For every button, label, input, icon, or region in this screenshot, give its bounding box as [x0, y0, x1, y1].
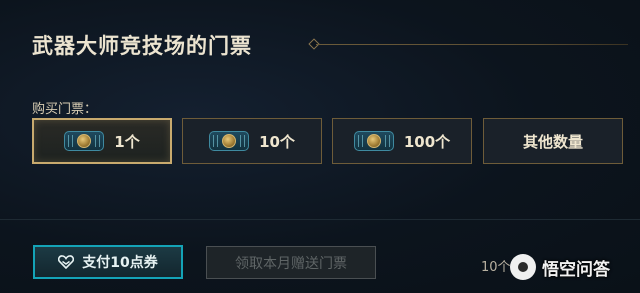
ticket-icon: [209, 131, 250, 151]
quantity-option-1[interactable]: 1个: [32, 118, 172, 164]
watermark-logo-icon: [510, 254, 536, 280]
watermark: 悟空问答: [510, 254, 610, 280]
claim-free-ticket-button[interactable]: 领取本月赠送门票: [206, 246, 376, 279]
page-title: 武器大师竞技场的门票: [32, 34, 252, 58]
quantity-option-label: 其他数量: [522, 132, 583, 151]
quantity-option-label: 1个: [114, 132, 140, 151]
ticket-count-text: 10个: [481, 260, 511, 275]
watermark-text: 悟空问答: [542, 259, 610, 280]
claim-button-label: 领取本月赠送门票: [235, 255, 347, 272]
pay-button-label: 支付10点券: [82, 255, 158, 271]
section-divider: [0, 219, 640, 220]
purchase-label: 购买门票：: [32, 102, 98, 117]
quantity-option-label: 100个: [403, 132, 451, 151]
ticket-icon: [64, 131, 105, 151]
quantity-option-100[interactable]: 100个: [332, 118, 472, 164]
ticket-icon: [353, 131, 394, 151]
title-ornament-line: [316, 44, 628, 45]
quantity-option-label: 10个: [259, 132, 295, 151]
quantity-option-10[interactable]: 10个: [182, 118, 322, 164]
store-panel: 武器大师竞技场的门票 购买门票： 1个 10个 100个 其他数量 支付10点券…: [0, 0, 640, 293]
pay-button[interactable]: 支付10点券: [33, 245, 183, 279]
quantity-option-other[interactable]: 其他数量: [483, 118, 623, 164]
heart-hands-icon: [58, 255, 75, 269]
